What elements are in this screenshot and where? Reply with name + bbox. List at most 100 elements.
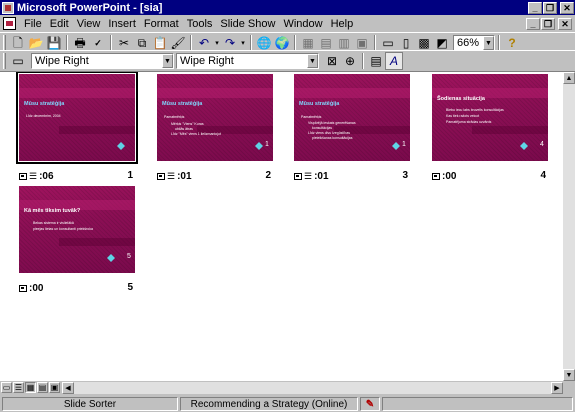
slide-text-line: Pamatmērķis [164,115,185,119]
transition-effect-value: Wipe Right [35,55,89,67]
scroll-down-icon[interactable]: ▼ [563,369,575,381]
slide-thumbnail-1[interactable]: Mūsu stratēģija Līdz decembrim, 2004 ☰ :… [16,72,138,184]
animation-icon[interactable]: ☰ [29,171,37,182]
chevron-down-icon[interactable]: ▼ [483,36,494,50]
status-bar: Slide Sorter Recommending a Strategy (On… [0,396,575,412]
slide-sorter-toolbar: ▭ Wipe Right ▼ Wipe Right ▼ ⊠ ⊕ ▤ A [0,50,575,72]
slide-text-line: Līdz decembrim, 2004 [26,114,61,118]
toolbar-separator [190,35,192,51]
slide-text-line: Pamatmērķis [301,115,322,119]
menu-help[interactable]: Help [327,18,358,30]
show-formatting-icon[interactable]: A [385,52,403,70]
slide-info: ☰ :01 3 [294,170,412,182]
navigation-arrows-icon [392,141,400,151]
toolbar-separator [294,35,296,51]
slide-info: ☰ :01 2 [157,170,275,182]
slide-title: Mūsu stratēģija [299,101,340,107]
slide-text-line: Bekas sistema ir vislielākā [33,221,74,225]
close-button[interactable]: ✕ [560,1,574,14]
scroll-right-icon[interactable]: ▶ [551,382,563,394]
spelling-status-icon[interactable]: ✎ [360,397,380,411]
animation-icon[interactable]: ☰ [167,171,175,182]
transition-icon[interactable] [432,172,440,180]
toolbar-grip[interactable] [3,35,6,51]
chevron-down-icon[interactable]: ▼ [162,54,173,68]
document-icon[interactable] [3,17,16,30]
zoom-value: 66% [457,37,480,49]
slide-sorter-view-icon[interactable]: ▦ [25,382,36,393]
slide-number: 2 [265,170,271,181]
slide-transition-icon[interactable]: ▭ [9,52,27,70]
slide-preview[interactable]: Mūsu stratēģija Pamatmērķis Vispārējā ie… [294,74,410,161]
minimize-button[interactable]: _ [528,1,542,14]
slide-timing: :00 [29,282,44,294]
toolbar-grip[interactable] [3,53,6,69]
hide-slide-icon[interactable]: ⊠ [323,52,341,70]
status-design-template: Recommending a Strategy (Online) [180,397,358,411]
slide-title: Šodienas situācija [437,96,485,102]
slide-text-line: Biebu lecu labs bruvelis konsultācijas [446,108,504,112]
rehearse-timings-icon[interactable]: ⊕ [341,52,359,70]
slide-thumbnail-4[interactable]: Šodienas situācija Biebu lecu labs bruve… [432,74,550,184]
slide-page-number: 5 [127,253,131,260]
scroll-up-icon[interactable]: ▲ [563,72,575,84]
menu-insert[interactable]: Insert [104,18,140,30]
normal-view-icon[interactable]: ▭ [1,382,12,393]
transition-effect-select[interactable]: Wipe Right ▼ [31,53,174,69]
slide-preview[interactable]: Šodienas situācija Biebu lecu labs bruve… [432,74,548,161]
menu-edit[interactable]: Edit [46,18,73,30]
slide-thumbnail-2[interactable]: Mūsu stratēģija Pamatmērķis Mērķis "Vien… [157,74,275,184]
slide-text-line: Pamatējuma strādas uzvārds [446,120,492,124]
status-view: Slide Sorter [2,397,178,411]
transition-icon[interactable] [157,172,165,180]
scroll-left-icon[interactable]: ◀ [62,382,74,394]
toolbar-separator [66,35,68,51]
slide-number: 5 [127,282,133,293]
summary-slide-icon[interactable]: ▤ [367,52,385,70]
zoom-select[interactable]: 66% ▼ [453,35,495,51]
slide-thumbnail-5[interactable]: Kā mēs tiksim tuvāk? Bekas sistema ir vi… [19,186,137,296]
slide-number: 1 [127,170,133,181]
slide-preview[interactable]: Kā mēs tiksim tuvāk? Bekas sistema ir vi… [19,186,135,273]
slide-text-line: pieteikšanas konsultācijas [312,136,353,140]
slide-timing: :06 [39,170,54,182]
menu-window[interactable]: Window [279,18,326,30]
doc-minimize-button[interactable]: _ [526,17,540,30]
transition-icon[interactable] [19,172,27,180]
doc-restore-button[interactable]: ❐ [541,17,555,30]
slide-sorter-pane[interactable]: Mūsu stratēģija Līdz decembrim, 2004 ☰ :… [0,72,563,381]
slide-preview[interactable]: Mūsu stratēģija Līdz decembrim, 2004 [16,72,138,164]
window-title: Microsoft PowerPoint - [sia] [17,1,163,14]
restore-button[interactable]: ❐ [543,1,557,14]
menu-format[interactable]: Format [140,18,183,30]
slide-text-line: Vispārējā ieskats generēšanas [308,121,356,125]
status-empty-panel [382,397,573,411]
menu-slide-show[interactable]: Slide Show [216,18,279,30]
toolbar-separator [362,53,364,69]
text-animation-select[interactable]: Wipe Right ▼ [176,53,319,69]
toolbar-separator [498,35,500,51]
slide-preview[interactable]: Mūsu stratēģija Pamatmērķis Mērķis "Vien… [157,74,273,161]
doc-close-button[interactable]: ✕ [558,17,572,30]
chevron-down-icon[interactable]: ▼ [307,54,318,68]
slide-timing: :01 [314,170,329,182]
slide-timing: :00 [442,170,457,182]
transition-icon[interactable] [294,172,302,180]
powerpoint-app-icon[interactable] [2,1,14,14]
menu-file[interactable]: File [20,18,46,30]
toolbar-separator [374,35,376,51]
slide-text-line: Līdz viens divu Izegūstības [308,131,351,135]
menu-view[interactable]: View [73,18,105,30]
vertical-scrollbar[interactable]: ▲ ▼ [563,72,575,381]
notes-view-icon[interactable]: ▤ [37,382,48,393]
animation-icon[interactable]: ☰ [304,171,312,182]
horizontal-scrollbar[interactable]: ◀ ▶ [62,382,563,394]
slide-show-icon[interactable]: ▣ [49,382,60,393]
outline-view-icon[interactable]: ☰ [13,382,24,393]
menu-tools[interactable]: Tools [183,18,217,30]
slide-text-line: Mērķis "Viens" Kuras [171,122,204,126]
slide-thumbnail-3[interactable]: Mūsu stratēģija Pamatmērķis Vispārējā ie… [294,74,412,184]
slide-info: :00 4 [432,170,550,182]
text-animation-value: Wipe Right [180,55,234,67]
transition-icon[interactable] [19,284,27,292]
